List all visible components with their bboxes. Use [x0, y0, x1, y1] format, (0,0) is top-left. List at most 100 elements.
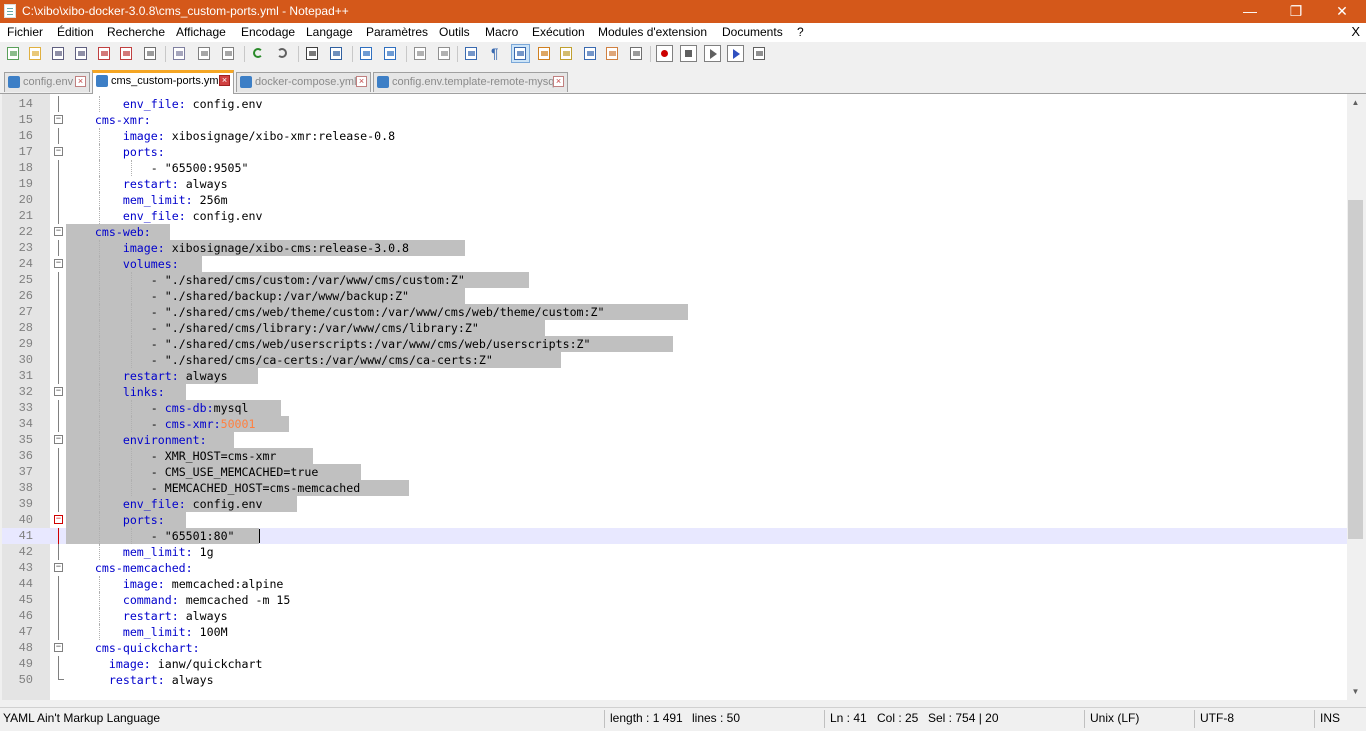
menu-macro[interactable]: Macro	[485, 25, 518, 39]
scroll-up-icon[interactable]: ▲	[1347, 94, 1364, 111]
show-all-chars-icon[interactable]: ¶	[487, 45, 504, 62]
tab-close-icon[interactable]: ×	[553, 76, 564, 87]
doc-map-icon[interactable]	[558, 45, 575, 62]
code-line[interactable]: 40 − ports:	[2, 512, 1347, 528]
replace-icon[interactable]	[328, 45, 345, 62]
close-window-button[interactable]: ✕	[1319, 0, 1365, 23]
fold-toggle-icon[interactable]: −	[54, 563, 63, 572]
fold-toggle-icon[interactable]: −	[54, 259, 63, 268]
fold-toggle-icon[interactable]: −	[54, 515, 63, 524]
print-icon[interactable]	[142, 45, 159, 62]
tab-cms-custom-ports[interactable]: cms_custom-ports.yml ×	[92, 70, 234, 94]
code-line[interactable]: 32 − links:	[2, 384, 1347, 400]
tab-config-env[interactable]: config.env ×	[4, 72, 90, 92]
menu-affichage[interactable]: Affichage	[176, 25, 226, 39]
code-line[interactable]: 42 mem_limit: 1g	[2, 544, 1347, 560]
save-all-icon[interactable]	[73, 45, 90, 62]
code-line[interactable]: 25 - "./shared/cms/custom:/var/www/cms/c…	[2, 272, 1347, 288]
code-line[interactable]: 17 − ports:	[2, 144, 1347, 160]
code-line[interactable]: 48 − cms-quickchart:	[2, 640, 1347, 656]
scroll-down-icon[interactable]: ▼	[1347, 683, 1364, 700]
code-line[interactable]: 39 env_file: config.env	[2, 496, 1347, 512]
new-file-icon[interactable]	[5, 45, 22, 62]
code-line[interactable]: 27 - "./shared/cms/web/theme/custom:/var…	[2, 304, 1347, 320]
run-macro-multiple-icon[interactable]	[727, 45, 744, 62]
code-line[interactable]: 24 − volumes:	[2, 256, 1347, 272]
save-icon[interactable]	[50, 45, 67, 62]
code-line[interactable]: 16 image: xibosignage/xibo-xmr:release-0…	[2, 128, 1347, 144]
code-line[interactable]: 41 - "65501:80"	[2, 528, 1347, 544]
code-line[interactable]: 30 - "./shared/cms/ca-certs:/var/www/cms…	[2, 352, 1347, 368]
menu-execution[interactable]: Exécution	[532, 25, 585, 39]
menu-outils[interactable]: Outils	[439, 25, 470, 39]
code-line[interactable]: 20 mem_limit: 256m	[2, 192, 1347, 208]
menu-langage[interactable]: Langage	[306, 25, 353, 39]
code-line[interactable]: 31 restart: always	[2, 368, 1347, 384]
code-line[interactable]: 29 - "./shared/cms/web/userscripts:/var/…	[2, 336, 1347, 352]
code-line[interactable]: 18 - "65500:9505"	[2, 160, 1347, 176]
redo-icon[interactable]	[274, 45, 291, 62]
play-macro-icon[interactable]	[704, 45, 721, 62]
tab-docker-compose[interactable]: docker-compose.yml ×	[236, 72, 371, 92]
fold-toggle-icon[interactable]: −	[54, 643, 63, 652]
vertical-scrollbar[interactable]: ▲ ▼	[1347, 94, 1364, 700]
find-icon[interactable]	[304, 45, 321, 62]
fold-toggle-icon[interactable]: −	[54, 147, 63, 156]
function-list-icon[interactable]	[582, 45, 599, 62]
menu-recherche[interactable]: Recherche	[107, 25, 165, 39]
sync-horizontal-icon[interactable]	[436, 45, 453, 62]
menu-documents[interactable]: Documents	[722, 25, 783, 39]
code-line[interactable]: 19 restart: always	[2, 176, 1347, 192]
zoom-out-icon[interactable]	[382, 45, 399, 62]
fold-toggle-icon[interactable]: −	[54, 435, 63, 444]
copy-icon[interactable]	[196, 45, 213, 62]
code-line[interactable]: 34 - cms-xmr:50001	[2, 416, 1347, 432]
save-macro-icon[interactable]	[751, 45, 768, 62]
fold-toggle-icon[interactable]: −	[54, 115, 63, 124]
editor[interactable]: 14 env_file: config.env 15− cms-xmr: 16 im…	[2, 94, 1347, 700]
indent-guide-icon[interactable]	[511, 44, 530, 63]
tab-close-icon[interactable]: ×	[219, 75, 230, 86]
code-line[interactable]: 35 − environment:	[2, 432, 1347, 448]
code-line[interactable]: 14 env_file: config.env	[2, 96, 1347, 112]
close-all-icon[interactable]	[118, 45, 135, 62]
open-file-icon[interactable]	[27, 45, 44, 62]
code-line[interactable]: 44 image: memcached:alpine	[2, 576, 1347, 592]
tab-close-icon[interactable]: ×	[356, 76, 367, 87]
menu-help[interactable]: ?	[797, 25, 804, 39]
menu-parametres[interactable]: Paramètres	[366, 25, 428, 39]
paste-icon[interactable]	[220, 45, 237, 62]
code-line[interactable]: 43 − cms-memcached:	[2, 560, 1347, 576]
monitoring-icon[interactable]	[628, 45, 645, 62]
code-line[interactable]: 46 restart: always	[2, 608, 1347, 624]
menu-edition[interactable]: Édition	[57, 25, 94, 39]
word-wrap-icon[interactable]	[463, 45, 480, 62]
code-line[interactable]: 36 - XMR_HOST=cms-xmr	[2, 448, 1347, 464]
fold-toggle-icon[interactable]: −	[54, 227, 63, 236]
menu-encodage[interactable]: Encodage	[241, 25, 295, 39]
code-line[interactable]: 37 - CMS_USE_MEMCACHED=true	[2, 464, 1347, 480]
code-line[interactable]: 22 − cms-web:	[2, 224, 1347, 240]
code-line[interactable]: 45 command: memcached -m 15	[2, 592, 1347, 608]
code-line[interactable]: 47 mem_limit: 100M	[2, 624, 1347, 640]
tab-config-env-template[interactable]: config.env.template-remote-mysql ×	[373, 72, 568, 92]
restore-button[interactable]: ❐	[1273, 0, 1319, 23]
code-line[interactable]: 23 image: xibosignage/xibo-cms:release-3…	[2, 240, 1347, 256]
code-line[interactable]: 26 - "./shared/backup:/var/www/backup:Z"	[2, 288, 1347, 304]
zoom-in-icon[interactable]	[358, 45, 375, 62]
code-line[interactable]: 38 - MEMCACHED_HOST=cms-memcached	[2, 480, 1347, 496]
code-line[interactable]: 15 − cms-xmr:	[2, 112, 1347, 128]
menu-fichier[interactable]: Fichier	[7, 25, 43, 39]
code-line[interactable]: 33 - cms-db:mysql	[2, 400, 1347, 416]
code-line[interactable]: 28 - "./shared/cms/library:/var/www/cms/…	[2, 320, 1347, 336]
scroll-thumb[interactable]	[1348, 200, 1363, 539]
cut-icon[interactable]	[171, 45, 188, 62]
sync-vertical-icon[interactable]	[412, 45, 429, 62]
tab-close-icon[interactable]: ×	[75, 76, 86, 87]
code-line[interactable]: 49 image: ianw/quickchart	[2, 656, 1347, 672]
undo-icon[interactable]	[250, 45, 267, 62]
code-line[interactable]: 21 env_file: config.env	[2, 208, 1347, 224]
code-line[interactable]: 50 restart: always	[2, 672, 1347, 688]
close-icon[interactable]	[96, 45, 113, 62]
minimize-button[interactable]: —	[1227, 0, 1273, 23]
